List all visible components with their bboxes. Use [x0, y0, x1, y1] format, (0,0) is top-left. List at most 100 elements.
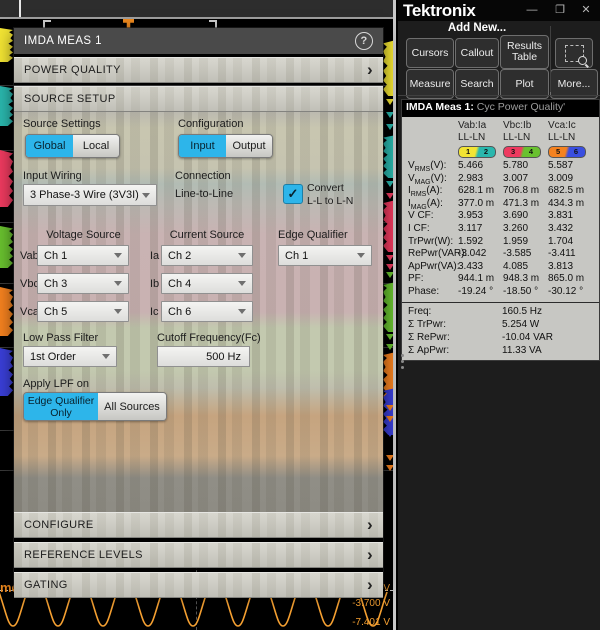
dialog-header[interactable]: IMDA MEAS 1 ?	[14, 28, 383, 54]
waveform-ch4	[0, 226, 13, 268]
section-reference-levels[interactable]: REFERENCE LEVELS ›	[14, 542, 383, 568]
voltage-source-row: VcaCh 5	[20, 301, 130, 322]
cutoff-frequency-field[interactable]: 500 Hz	[157, 346, 250, 367]
global-button[interactable]: Global	[26, 135, 73, 157]
voltage-source-dropdown-vbc[interactable]: Ch 3	[37, 273, 129, 294]
measurement-value: 948.3 m	[503, 273, 548, 286]
section-configure[interactable]: CONFIGURE ›	[14, 512, 383, 538]
convert-checkbox[interactable]: ✓	[283, 184, 303, 204]
voltage-source-dropdown-vab[interactable]: Ch 1	[37, 245, 129, 266]
edge-qualifier-only-button[interactable]: Edge Qualifier Only	[24, 393, 98, 420]
measurement-value: 5.466	[458, 160, 503, 173]
measurement-label: ApPwr(VA):	[402, 261, 458, 274]
waveform-ch1	[0, 28, 13, 62]
edge-qualifier-dropdown[interactable]: Ch 1	[278, 245, 372, 266]
results-table[interactable]: IMDA Meas 1: Cyc Power Quality' Vab:IaLL…	[401, 99, 600, 361]
title-bar: Tektronix — ❐ ✕	[398, 0, 600, 21]
input-button[interactable]: Input	[179, 135, 226, 157]
configuration-label: Configuration	[178, 118, 243, 130]
voltage-source-label: Vbc	[20, 278, 37, 290]
waveform-ch2	[0, 86, 13, 126]
channel-number: 3	[511, 147, 515, 157]
low-pass-filter-dropdown[interactable]: 1st Order	[23, 346, 117, 367]
local-button[interactable]: Local	[73, 135, 119, 157]
current-source-dropdown-ib[interactable]: Ch 4	[161, 273, 253, 294]
measurement-value: 2.983	[458, 173, 503, 186]
zoom-select-icon	[565, 45, 584, 62]
measurement-label: TrPwr(W):	[402, 236, 458, 249]
section-label: CONFIGURE	[24, 519, 367, 531]
dropdown-value: 3 Phase-3 Wire (3V3I)	[30, 189, 142, 201]
voltage-source-dropdown-vca[interactable]: Ch 5	[37, 301, 129, 322]
current-source-dropdown-ic[interactable]: Ch 6	[161, 301, 253, 322]
measurement-value: 3.690	[503, 210, 548, 223]
channel-number: 5	[556, 147, 560, 157]
channel-badge-icon: 12	[458, 146, 496, 158]
results-row: TrPwr(W):1.5921.9591.704	[402, 236, 599, 249]
source-settings-toggle: Global Local	[25, 134, 120, 158]
results-column-header: Vab:IaLL-LN12	[458, 120, 503, 158]
summary-row: Freq:160.5 Hz	[402, 305, 599, 318]
section-gating[interactable]: GATING ›	[14, 572, 383, 598]
results-column-header: Vbc:IbLL-LN34	[503, 120, 548, 158]
current-source-row: IcCh 6	[150, 301, 253, 322]
results-rows: VRMS(V):5.4665.7805.587VMAG(V):2.9833.00…	[402, 160, 599, 299]
help-icon[interactable]: ?	[355, 32, 373, 50]
voltage-source-header: Voltage Source	[37, 229, 130, 241]
current-source-dropdown-ia[interactable]: Ch 2	[161, 245, 253, 266]
waveform-ch5	[0, 287, 13, 336]
button-group-divider	[550, 26, 551, 92]
results-table-title-bold: IMDA Meas 1:	[406, 101, 474, 113]
callout-button[interactable]: Callout	[455, 38, 499, 68]
cutoff-frequency-label: Cutoff Frequency(Fc)	[157, 332, 261, 344]
source-settings-label: Source Settings	[23, 118, 101, 130]
chevron-right-icon: ›	[367, 549, 373, 561]
input-wiring-dropdown[interactable]: 3 Phase-3 Wire (3V3I)	[23, 184, 157, 206]
output-button[interactable]: Output	[226, 135, 272, 157]
measurement-value: 1.704	[548, 236, 593, 249]
results-column-headers: Vab:IaLL-LN12Vbc:IbLL-LN34Vca:IcLL-LN56	[402, 117, 599, 160]
all-sources-button[interactable]: All Sources	[98, 393, 166, 420]
summary-label: Σ RePwr:	[402, 331, 502, 344]
trigger-position-icon[interactable]	[123, 19, 134, 28]
scale-label: -3.700 V	[330, 598, 390, 609]
section-power-quality[interactable]: POWER QUALITY ›	[14, 57, 383, 83]
results-row: V CF:3.9533.6903.831	[402, 210, 599, 223]
column-name: Vab:Ia	[458, 120, 503, 132]
side-panel: Tektronix — ❐ ✕ Add New... Cursors Callo…	[396, 0, 600, 630]
summary-row: Σ RePwr:-10.04 VAR	[402, 331, 599, 344]
section-source-setup[interactable]: SOURCE SETUP	[14, 86, 383, 112]
column-name: Vca:Ic	[548, 120, 593, 132]
measurement-value: 3.260	[503, 223, 548, 236]
cursors-button[interactable]: Cursors	[406, 38, 454, 68]
minimize-icon[interactable]: —	[524, 3, 540, 17]
app-window: meas1 0 V -3.700 V -7.401 V IMDA MEAS 1 …	[0, 0, 600, 630]
current-source-header: Current Source	[161, 229, 253, 241]
dropdown-value: Ch 2	[168, 250, 238, 262]
chevron-down-icon	[114, 281, 122, 286]
results-table-button[interactable]: Results Table	[500, 35, 549, 69]
measurement-label: IMAG(A):	[402, 198, 458, 211]
summary-label: Freq:	[402, 305, 502, 318]
summary-row: Σ ApPwr:11.33 VA	[402, 344, 599, 357]
tektronix-logo: Tektronix	[403, 1, 476, 21]
measurement-value: 434.3 m	[548, 198, 593, 211]
restore-icon[interactable]: ❐	[552, 3, 568, 17]
measurement-value: 1.959	[503, 236, 548, 249]
measurement-value: 471.3 m	[503, 198, 548, 211]
summary-value: -10.04 VAR	[502, 331, 553, 344]
results-row: IMAG(A):377.0 m471.3 m434.3 m	[402, 198, 599, 211]
chevron-down-icon	[357, 253, 365, 258]
measurement-value: 865.0 m	[548, 273, 593, 286]
measurement-label: V CF:	[402, 210, 458, 223]
summary-value: 11.33 VA	[502, 344, 542, 357]
panel-drag-handle[interactable]	[401, 354, 404, 372]
section-label: GATING	[24, 579, 367, 591]
measurement-value: 3.007	[503, 173, 548, 186]
current-source-label: Ib	[150, 278, 161, 290]
zoom-select-button[interactable]	[555, 38, 593, 68]
section-label: POWER QUALITY	[24, 64, 367, 76]
section-label: REFERENCE LEVELS	[24, 549, 367, 561]
close-icon[interactable]: ✕	[578, 3, 594, 17]
section-label: SOURCE SETUP	[24, 93, 373, 105]
